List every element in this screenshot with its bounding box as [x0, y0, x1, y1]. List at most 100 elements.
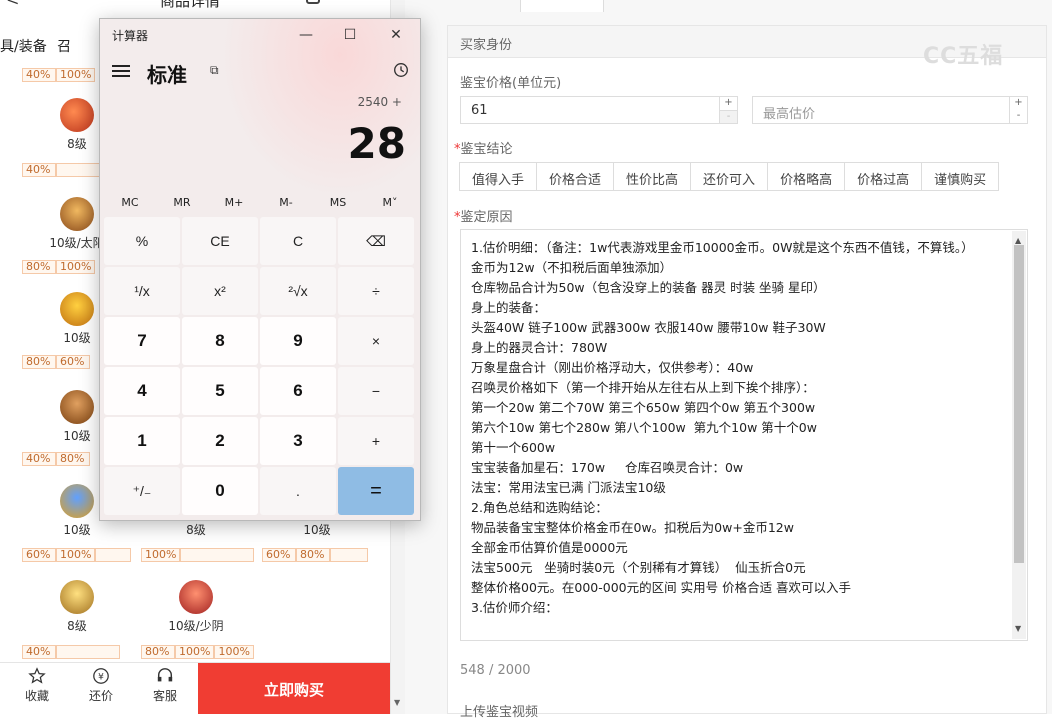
option-slightly-high[interactable]: 价格略高 [767, 162, 846, 191]
upload-video-label: 上传鉴宝视频 [460, 705, 539, 720]
close-button[interactable]: ✕ [378, 23, 414, 47]
option-buy-cautiously[interactable]: 谨慎购买 [921, 162, 1000, 191]
equipment-item[interactable]: 10级/少阴 [141, 580, 251, 634]
memory-add-button[interactable]: M+ [208, 191, 260, 215]
digit-3-button[interactable]: 3 [260, 417, 336, 465]
favorite-label: 收藏 [24, 689, 49, 703]
clear-entry-button[interactable]: CE [182, 217, 258, 265]
conclusion-label: *鉴宝结论 [454, 142, 513, 157]
scroll-thumb[interactable] [1014, 245, 1024, 563]
memory-recall-button[interactable]: MR [156, 191, 208, 215]
negate-button[interactable]: ⁺/₋ [104, 467, 180, 515]
pct-row: 80% 60% [22, 355, 90, 369]
calculator-mode: 标准 [147, 63, 187, 87]
digit-5-button[interactable]: 5 [182, 367, 258, 415]
multiply-button[interactable]: × [338, 317, 414, 365]
reason-line: 第十一个600w [471, 440, 556, 455]
item-level: 10级 [303, 523, 331, 537]
yen-coin-icon: ¥ [93, 668, 109, 684]
increment-icon[interactable]: + [720, 97, 737, 110]
pct-badge: 40% [22, 68, 56, 82]
digit-2-button[interactable]: 2 [182, 417, 258, 465]
reason-textarea[interactable]: 1.估价明细：（备注：1w代表游戏里金币10000金币。0W就是这个东西不值钱，… [460, 229, 1028, 641]
add-button[interactable]: + [338, 417, 414, 465]
share-icon[interactable] [306, 0, 320, 4]
menu-icon[interactable] [112, 65, 130, 79]
pct-row: 100% [141, 548, 255, 562]
digit-9-button[interactable]: 9 [260, 317, 336, 365]
back-icon[interactable]: < [6, 0, 19, 9]
memory-clear-button[interactable]: MC [104, 191, 156, 215]
increment-icon[interactable]: + [1010, 97, 1027, 110]
shell-icon [60, 292, 94, 326]
percent-button[interactable]: % [104, 217, 180, 265]
clear-button[interactable]: C [260, 217, 336, 265]
tab-equipment[interactable]: 具/装备 [0, 39, 47, 55]
subtract-button[interactable]: − [338, 367, 414, 415]
maximize-button[interactable]: ☐ [332, 23, 368, 47]
service-label: 客服 [152, 689, 177, 703]
item-level: 10级 [63, 523, 91, 537]
option-fair-price[interactable]: 价格合适 [536, 162, 615, 191]
orb-icon [179, 580, 213, 614]
reason-line: 全部金币估算价值是0000元 [471, 540, 628, 555]
memory-list-button[interactable]: M˅ [364, 191, 416, 215]
equipment-item[interactable]: 8级 [22, 580, 132, 634]
digit-8-button[interactable]: 8 [182, 317, 258, 365]
pct-badge: 80% [22, 355, 56, 369]
price-stepper[interactable]: + - [719, 97, 737, 123]
bargain-button[interactable]: ¥ 还价 [76, 667, 126, 704]
reason-line: 仓库物品合计为50w（包含没穿上的装备 器灵 时装 坐骑 星印） [471, 280, 826, 295]
service-button[interactable]: 客服 [140, 667, 190, 704]
digit-4-button[interactable]: 4 [104, 367, 180, 415]
decrement-icon[interactable]: - [720, 110, 737, 123]
decrement-icon[interactable]: - [1010, 110, 1027, 123]
appraisal-panel: 买家身份 CC五福 鉴宝价格(单位元) 61 + - 最高估价 + - *鉴宝结论 … [405, 0, 1052, 720]
max-estimate-input[interactable]: 最高估价 + - [752, 96, 1028, 124]
pct-badge: 80% [296, 548, 330, 562]
reason-line: 第六个10w 第七个280w 第八个100w 第九个10w 第十个0w [471, 420, 817, 435]
textarea-scrollbar[interactable]: ▲ ▼ [1012, 231, 1026, 639]
tab-active[interactable] [520, 0, 604, 12]
pct-badge: 100% [214, 645, 254, 659]
char-counter: 548 / 2000 [460, 663, 531, 678]
keypad: % CE C ⌫ ¹/x x² ²√x ÷ 7 8 9 × 4 5 6− 1 2 3 + ⁺/₋ 0. = [104, 217, 416, 515]
memory-store-button[interactable]: MS [312, 191, 364, 215]
decimal-button[interactable]: . [260, 467, 336, 515]
option-bargain-ok[interactable]: 还价可入 [690, 162, 769, 191]
digit-7-button[interactable]: 7 [104, 317, 180, 365]
keep-on-top-icon[interactable]: ⧉ [210, 63, 219, 78]
max-estimate-stepper[interactable]: + - [1009, 97, 1027, 123]
square-root-button[interactable]: ²√x [260, 267, 336, 315]
digit-1-button[interactable]: 1 [104, 417, 180, 465]
divide-button[interactable]: ÷ [338, 267, 414, 315]
price-input[interactable]: 61 + - [460, 96, 738, 124]
category-tabs: 具/装备 召 [0, 36, 77, 58]
equals-button[interactable]: = [338, 467, 414, 515]
conclusion-options: 值得入手 价格合适 性价比高 还价可入 价格略高 价格过高 谨慎购买 [459, 162, 1000, 191]
reciprocal-button[interactable]: ¹/x [104, 267, 180, 315]
minimize-button[interactable]: — [288, 23, 324, 47]
conclusion-label-text: 鉴宝结论 [460, 142, 513, 157]
digit-6-button[interactable]: 6 [260, 367, 336, 415]
pct-badge: 100% [141, 548, 181, 562]
pct-badge: 60% [56, 355, 90, 369]
option-good-value[interactable]: 性价比高 [613, 162, 692, 191]
scroll-down-icon[interactable]: ▼ [1015, 619, 1021, 639]
buy-now-button[interactable]: 立即购买 [198, 663, 390, 714]
item-level: 8级 [186, 523, 206, 537]
backspace-button[interactable]: ⌫ [338, 217, 414, 265]
bargain-label: 还价 [88, 689, 113, 703]
scroll-down-icon[interactable]: ▼ [394, 698, 400, 707]
digit-0-button[interactable]: 0 [182, 467, 258, 515]
square-button[interactable]: x² [182, 267, 258, 315]
pct-row: 80% 100% [22, 260, 96, 274]
memory-subtract-button[interactable]: M- [260, 191, 312, 215]
tab-summon[interactable]: 召 [57, 39, 71, 55]
option-too-high[interactable]: 价格过高 [844, 162, 923, 191]
pct-badge: 60% [22, 548, 56, 562]
reason-line: 整体价格00元。在000-000元的区间 实用号 价格合适 喜欢可以入手 [471, 580, 852, 595]
history-icon[interactable] [392, 61, 410, 79]
option-worth-buying[interactable]: 值得入手 [459, 162, 538, 191]
favorite-button[interactable]: 收藏 [12, 667, 62, 704]
